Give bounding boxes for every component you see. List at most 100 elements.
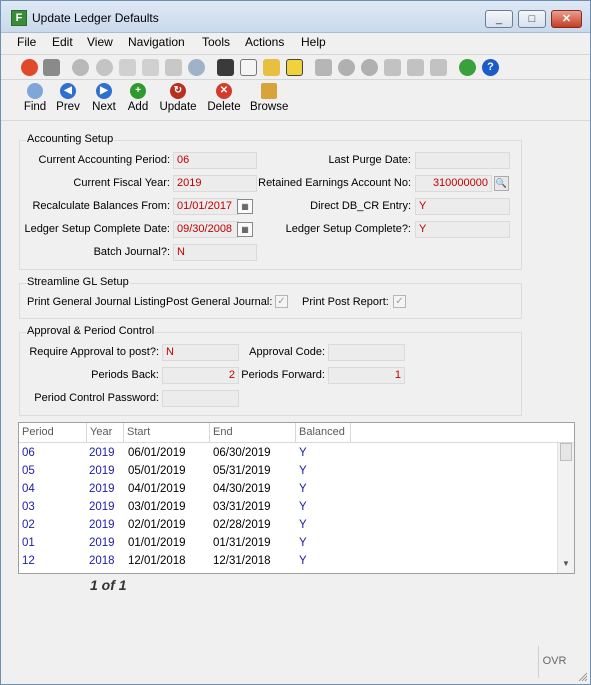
help-icon[interactable]: ?: [482, 59, 499, 76]
periods-table: Period Year Start End Balanced 06 2019 0…: [18, 422, 575, 574]
cell-start: 02/01/2019: [128, 519, 186, 531]
zoom-icon[interactable]: [188, 59, 205, 76]
cell-start: 06/01/2019: [128, 447, 186, 459]
select-icon[interactable]: [165, 59, 182, 76]
title-bar[interactable]: F Update Ledger Defaults _ □ ✕: [1, 1, 590, 33]
next-button[interactable]: ▶ Next: [90, 83, 118, 113]
column-header-start[interactable]: Start: [124, 423, 210, 443]
scrollbar-thumb[interactable]: [560, 443, 572, 461]
find-button[interactable]: Find: [23, 83, 47, 113]
table-row[interactable]: 01 2019 01/01/2019 01/31/2019 Y: [19, 534, 557, 552]
maximize-button[interactable]: □: [518, 10, 546, 28]
chart-icon[interactable]: [459, 59, 476, 76]
recalculate-field[interactable]: 01/01/2017: [173, 198, 239, 215]
notes-icon[interactable]: [263, 59, 280, 76]
cell-period: 02: [22, 519, 35, 531]
power-icon[interactable]: [21, 59, 38, 76]
document-icon[interactable]: [240, 59, 257, 76]
cell-balanced: Y: [299, 465, 307, 477]
column-header-period[interactable]: Period: [19, 423, 87, 443]
periods-back-field[interactable]: 2: [162, 367, 239, 384]
vertical-scrollbar[interactable]: ▼: [557, 443, 574, 573]
menu-actions[interactable]: Actions: [245, 35, 284, 49]
periods-forward-field[interactable]: 1: [328, 367, 405, 384]
prev-button[interactable]: ◀ Prev: [55, 83, 81, 113]
require-approval-field[interactable]: N: [162, 344, 239, 361]
menu-file[interactable]: File: [17, 35, 36, 49]
calendar-picker-icon[interactable]: ▦: [237, 199, 253, 214]
setup-complete-field[interactable]: Y: [415, 221, 510, 238]
setup-complete-label: Ledger Setup Complete?:: [285, 223, 411, 235]
table-row[interactable]: 12 2018 12/01/2018 12/31/2018 Y: [19, 552, 557, 570]
last-purge-label: Last Purge Date:: [328, 154, 411, 166]
minimize-button[interactable]: _: [485, 10, 513, 28]
approval-title: Approval & Period Control: [26, 325, 156, 337]
current-period-field[interactable]: 06: [173, 152, 257, 169]
add-button[interactable]: + Add: [127, 83, 149, 113]
up-icon[interactable]: [361, 59, 378, 76]
table-row[interactable]: 03 2019 03/01/2019 03/31/2019 Y: [19, 498, 557, 516]
direct-entry-field[interactable]: Y: [415, 198, 510, 215]
approval-code-field[interactable]: [328, 344, 405, 361]
menu-tools[interactable]: Tools: [202, 35, 230, 49]
post-general-label: Post General Journal:: [166, 296, 273, 308]
table-row[interactable]: 06 2019 06/01/2019 06/30/2019 Y: [19, 444, 557, 462]
edit-row-icon[interactable]: [407, 59, 424, 76]
cell-end: 03/31/2019: [213, 501, 271, 513]
schedule-icon[interactable]: [286, 59, 303, 76]
icon-toolbar: ?: [1, 54, 590, 80]
update-button[interactable]: ↻ Update: [158, 83, 198, 113]
table-row[interactable]: 02 2019 02/01/2019 02/28/2019 Y: [19, 516, 557, 534]
cell-year: 2019: [89, 447, 115, 459]
cell-period: 03: [22, 501, 35, 513]
period-password-field[interactable]: [162, 390, 239, 407]
calendar-icon[interactable]: [217, 59, 234, 76]
table-row[interactable]: 05 2019 05/01/2019 05/31/2019 Y: [19, 462, 557, 480]
column-header-balanced[interactable]: Balanced: [296, 423, 351, 443]
copy-icon[interactable]: [119, 59, 136, 76]
top-icon[interactable]: [315, 59, 332, 76]
close-button[interactable]: ✕: [551, 10, 582, 28]
menu-navigation[interactable]: Navigation: [128, 35, 185, 49]
screens-icon[interactable]: [43, 59, 60, 76]
table-row[interactable]: 04 2019 04/01/2019 04/30/2019 Y: [19, 480, 557, 498]
paste-icon[interactable]: [142, 59, 159, 76]
plus-icon: +: [130, 83, 146, 99]
delete-button[interactable]: ✕ Delete: [206, 83, 242, 113]
menu-help[interactable]: Help: [301, 35, 326, 49]
setup-date-field[interactable]: 09/30/2008: [173, 221, 239, 238]
current-period-label: Current Accounting Period:: [38, 154, 170, 166]
post-general-checkbox[interactable]: ✓: [275, 295, 288, 308]
cell-period: 04: [22, 483, 35, 495]
last-purge-field[interactable]: [415, 152, 510, 169]
column-header-end[interactable]: End: [210, 423, 296, 443]
batch-journal-field[interactable]: N: [173, 244, 257, 261]
menu-view[interactable]: View: [87, 35, 113, 49]
print-general-label: Print General Journal Listing:: [27, 296, 169, 308]
menu-edit[interactable]: Edit: [52, 35, 73, 49]
cell-balanced: Y: [299, 555, 307, 567]
accounting-setup-title: Accounting Setup: [26, 133, 115, 145]
overwrite-mode-indicator: OVR: [538, 646, 570, 678]
scroll-down-icon[interactable]: ▼: [561, 559, 571, 568]
recalculate-label: Recalculate Balances From:: [32, 200, 170, 212]
check-icon[interactable]: [72, 59, 89, 76]
cell-year: 2018: [89, 555, 115, 567]
insert-row-icon[interactable]: [384, 59, 401, 76]
calendar-picker-icon[interactable]: ▦: [237, 222, 253, 237]
cancel-icon[interactable]: [96, 59, 113, 76]
direct-entry-label: Direct DB_CR Entry:: [310, 200, 411, 212]
add-label: Add: [127, 101, 149, 113]
lookup-icon[interactable]: 🔍: [494, 176, 509, 191]
down-icon[interactable]: [338, 59, 355, 76]
retained-earnings-label: Retained Earnings Account No:: [258, 177, 411, 189]
browse-button[interactable]: Browse: [250, 83, 288, 113]
batch-journal-label: Batch Journal?:: [93, 246, 170, 258]
delete-x-icon: ✕: [216, 83, 232, 99]
column-header-year[interactable]: Year: [87, 423, 124, 443]
cell-end: 04/30/2019: [213, 483, 271, 495]
retained-earnings-field[interactable]: 310000000: [415, 175, 492, 192]
resize-grip-icon[interactable]: [578, 672, 588, 682]
print-post-checkbox[interactable]: ✓: [393, 295, 406, 308]
delete-row-icon[interactable]: [430, 59, 447, 76]
